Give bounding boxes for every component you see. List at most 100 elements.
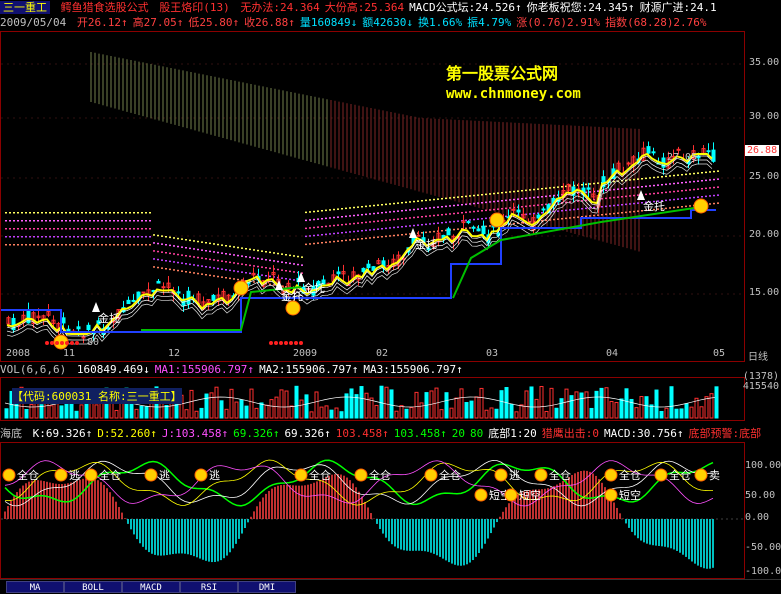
band-dot: [493, 192, 495, 195]
band-dot: [501, 192, 503, 194]
band-dot: [181, 238, 183, 240]
band-dot: [501, 200, 503, 202]
quote-value-0: 开26.12↑: [76, 16, 128, 29]
band-dot: [465, 227, 467, 230]
band-dot: [405, 217, 407, 220]
band-dot: [129, 236, 131, 238]
band-dot: [681, 206, 683, 208]
band-dot: [253, 257, 255, 259]
candle-body: [176, 291, 181, 294]
band-dot: [41, 236, 43, 238]
band-dot: [409, 217, 411, 219]
price-chart-panel[interactable]: 金托 金托 金托 金托 金托 27.05 80: [0, 31, 745, 362]
candle-body: [646, 146, 651, 154]
band-dot: [29, 236, 31, 238]
tab-macd[interactable]: MACD: [122, 581, 180, 593]
band-dot: [569, 201, 571, 203]
band-dot: [421, 200, 423, 202]
band-dot: [277, 260, 279, 263]
volume-bar: [529, 386, 534, 419]
band-dot: [385, 219, 387, 222]
band-dot: [309, 243, 311, 245]
band-dot: [433, 214, 435, 217]
band-dot: [265, 259, 267, 261]
tab-dmi[interactable]: DMI: [238, 581, 296, 593]
band-dot: [717, 202, 719, 204]
band-dot: [369, 213, 371, 215]
price-chart[interactable]: 金托金托金托金托金托27.0580: [1, 32, 744, 361]
band-dot: [449, 205, 451, 207]
volume-bar: [334, 407, 339, 419]
band-dot: [361, 222, 363, 224]
tab-boll[interactable]: BOLL: [64, 581, 122, 593]
period-label[interactable]: 日线: [748, 348, 768, 363]
indicator-value-10: 猎鹰出击:0: [541, 427, 600, 440]
band-dot: [141, 220, 143, 222]
band-dot: [53, 244, 55, 246]
candle-body: [651, 151, 656, 154]
band-dot: [285, 278, 287, 280]
band-dot: [125, 228, 127, 230]
price-label: 金托: [643, 199, 665, 213]
band-dot: [165, 260, 167, 262]
band-dot: [337, 240, 339, 242]
volume-bar: [514, 411, 519, 419]
band-dot: [437, 214, 439, 216]
price-axis: 35.00 30.00 25.00 20.00 15.00 26.88: [745, 31, 781, 362]
volume-bar: [709, 393, 714, 419]
tab-ma[interactable]: MA: [6, 581, 64, 593]
band-dot: [693, 196, 695, 199]
band-dot: [541, 188, 543, 190]
band-dot: [477, 194, 479, 196]
band-dot: [337, 224, 339, 226]
quote-line: 2009/05/04 开26.12↑ 高27.05↑ 低25.80↑ 收26.88↑ 量…: [0, 15, 716, 31]
volume-bar: [164, 405, 169, 419]
band-dot: [53, 236, 55, 238]
band-dot: [133, 212, 135, 214]
band-dot: [465, 211, 467, 214]
tab-rsi[interactable]: RSI: [180, 581, 238, 593]
band-dot: [457, 196, 459, 198]
indicator-panel[interactable]: 全仓逃全仓逃逃全仓 全仓 全仓逃全仓 全仓 全仓卖短空 短空 短空: [0, 442, 745, 579]
indicator-chart[interactable]: 全仓逃全仓逃逃全仓 全仓 全仓逃全仓 全仓 全仓 卖短空 短空 短空: [1, 443, 744, 578]
band-dot: [405, 233, 407, 236]
signal-smiley-icon: [294, 468, 308, 482]
band-dot: [181, 262, 183, 264]
indicator-value-6: 103.458↑: [393, 427, 447, 440]
volume-value-2: MA2:155906.797↑: [259, 363, 359, 376]
band-dot: [113, 212, 115, 214]
band-dot: [49, 228, 51, 230]
volume-bar: [359, 386, 364, 419]
band-dot: [353, 214, 355, 217]
band-dot: [313, 242, 315, 245]
band-dot: [473, 210, 475, 213]
band-dot: [349, 215, 351, 217]
band-dot: [29, 244, 31, 246]
candle-body: [586, 187, 591, 190]
band-dot: [621, 196, 623, 198]
band-dot: [341, 232, 343, 234]
band-dot: [73, 244, 75, 246]
band-dot: [217, 251, 219, 254]
band-dot: [285, 262, 287, 264]
band-dot: [289, 254, 291, 257]
band-dot: [317, 242, 319, 244]
band-dot: [109, 212, 111, 214]
stock-name[interactable]: 三一重工: [0, 1, 50, 14]
band-dot: [105, 220, 107, 222]
band-dot: [617, 212, 619, 214]
band-dot: [345, 207, 347, 210]
band-dot: [305, 219, 307, 222]
band-dot: [161, 267, 163, 269]
band-dot: [113, 244, 115, 246]
band-dot: [637, 194, 639, 196]
volume-bar: [189, 389, 194, 419]
band-dot: [609, 205, 611, 207]
band-dot: [29, 220, 31, 222]
band-dot: [513, 190, 515, 193]
band-dot: [413, 216, 415, 219]
band-dot: [505, 207, 507, 210]
volume-bar: [304, 394, 309, 419]
band-dot: [621, 204, 623, 206]
band-dot: [197, 240, 199, 243]
